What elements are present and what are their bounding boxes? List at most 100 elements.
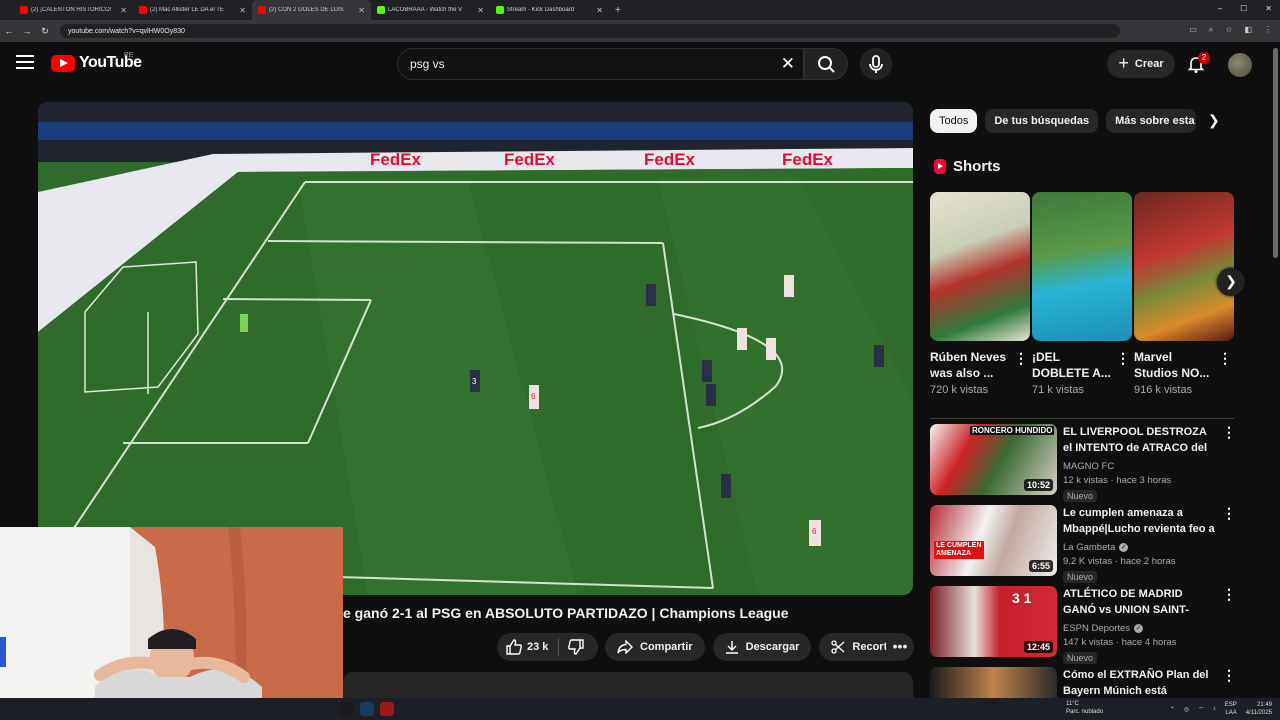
scissors-icon	[831, 640, 845, 654]
clock[interactable]: 21:49 4/11/2025	[1246, 701, 1272, 717]
more-options-icon[interactable]: ⋮	[1014, 350, 1028, 367]
video-thumbnail[interactable]: 3 1 12:45	[930, 586, 1057, 657]
youtube-logo[interactable]: YouTube PE	[51, 52, 142, 72]
shorts-icon	[934, 159, 946, 174]
video-title[interactable]: Le cumplen amenaza a Mbappé|Lucho revien…	[1063, 505, 1215, 537]
language-indicator[interactable]: ESP LAA	[1225, 701, 1237, 717]
new-tab-button[interactable]: +	[615, 5, 621, 16]
weather-widget[interactable]: 11°C Parc. nublado	[1066, 700, 1103, 716]
short-item[interactable]: Rúben Neves was also ... ⋮ 720 k vistas	[930, 192, 1030, 396]
video-title[interactable]: ATLÉTICO DE MADRID GANÓ vs UNION SAINT-G…	[1063, 586, 1215, 618]
close-tab-icon[interactable]: ✕	[596, 6, 603, 15]
close-tab-icon[interactable]: ✕	[477, 6, 484, 15]
tab-title: (2) ¡CALENTÓN HISTÓRICO!	[31, 7, 112, 13]
tray-chevron-icon[interactable]: ⌃	[1170, 706, 1175, 713]
voice-search-button[interactable]	[860, 48, 892, 80]
chip-from-searches[interactable]: De tus búsquedas	[985, 109, 1099, 133]
video-thumbnail[interactable]: RONCERO HUNDIDO 10:52	[930, 424, 1057, 495]
chevron-right-icon[interactable]: ❯	[1208, 112, 1220, 129]
browser-tab-2[interactable]: (2) Mac Allister LE DA el TE ✕	[133, 0, 252, 20]
network-icon[interactable]: ◎	[1184, 706, 1189, 713]
back-icon[interactable]: ←	[0, 26, 18, 36]
close-window-button[interactable]: ✕	[1265, 4, 1272, 13]
new-badge: Nuevo	[1063, 571, 1098, 583]
browser-tab-4[interactable]: LACOBRAAA - Watch the V ✕	[371, 0, 490, 20]
notification-badge: 2	[1198, 52, 1210, 64]
short-item[interactable]: ¡DEL DOBLETE A... ⋮ 71 k vistas	[1032, 192, 1132, 396]
like-count[interactable]: 23 k	[527, 641, 548, 653]
short-title[interactable]: Marvel Studios NO...	[1134, 349, 1218, 381]
like-icon[interactable]	[505, 639, 523, 655]
shorts-heading-text: Shorts	[953, 158, 1001, 175]
video-title[interactable]: Cómo el EXTRAÑO Plan del Bayern Múnich e…	[1063, 667, 1215, 698]
search-input[interactable]: psg vs ✕	[397, 48, 804, 80]
channel-name[interactable]: ESPN Deportes ✓	[1063, 623, 1144, 634]
channel-name[interactable]: La Gambeta ✓	[1063, 542, 1129, 553]
like-dislike-group: 23 k	[497, 633, 598, 661]
video-meta: 12 k vistas · hace 3 horas	[1063, 475, 1172, 486]
shorts-next-button[interactable]: ❯	[1217, 268, 1245, 296]
short-thumbnail[interactable]	[1134, 192, 1234, 341]
browser-tab-1[interactable]: (2) ¡CALENTÓN HISTÓRICO! ✕	[14, 0, 133, 20]
steam-taskbar-icon[interactable]	[360, 702, 374, 716]
thumb-caption: RONCERO HUNDIDO	[970, 426, 1055, 435]
extensions-icon[interactable]: ◧	[1244, 25, 1252, 35]
more-options-icon[interactable]: ⋮	[1222, 505, 1236, 522]
chrome-taskbar-icon[interactable]	[340, 702, 354, 716]
section-divider	[930, 418, 1234, 419]
search-button[interactable]	[804, 48, 848, 80]
browser-tab-3[interactable]: (2) CON 2 GOLES DE LUIS ✕	[252, 0, 371, 20]
recommended-video[interactable]: RONCERO HUNDIDO 10:52 EL LIVERPOOL DESTR…	[930, 424, 1236, 502]
video-thumbnail[interactable]: LE CUMPLEN AMENAZA 6:55	[930, 505, 1057, 576]
close-tab-icon[interactable]: ✕	[120, 6, 127, 15]
clear-search-icon[interactable]: ✕	[781, 54, 795, 74]
create-button[interactable]: + Crear	[1107, 50, 1175, 78]
more-options-icon[interactable]: ⋮	[1218, 350, 1232, 367]
cast-icon[interactable]: ▭	[1189, 25, 1197, 35]
recommended-video[interactable]: LE CUMPLEN AMENAZA 6:55 Le cumplen amena…	[930, 505, 1236, 583]
forward-icon[interactable]: →	[18, 26, 36, 36]
app-taskbar-icon[interactable]	[380, 702, 394, 716]
minimize-button[interactable]: –	[1218, 4, 1222, 13]
hamburger-menu-icon[interactable]	[16, 55, 34, 69]
more-options-icon[interactable]: ⋮	[1222, 424, 1236, 441]
volume-icon[interactable]: ♪	[1213, 706, 1216, 712]
short-title[interactable]: Rúben Neves was also ...	[930, 349, 1014, 381]
weather-desc: Parc. nublado	[1066, 709, 1104, 715]
bookmark-star-icon[interactable]: ☆	[1225, 25, 1232, 35]
wifi-icon[interactable]: ⌔	[1198, 705, 1204, 713]
channel-name[interactable]: MAGNO FC	[1063, 461, 1114, 472]
close-tab-icon[interactable]: ✕	[358, 6, 365, 15]
video-player[interactable]: FedEx FedEx FedEx FedEx 3 6 6	[38, 102, 913, 595]
short-thumbnail[interactable]	[1032, 192, 1132, 341]
download-button[interactable]: Descargar	[712, 633, 812, 661]
browser-tab-5[interactable]: Stream - Kick Dashboard ✕	[490, 0, 609, 20]
chip-all[interactable]: Todos	[930, 109, 978, 133]
chip-more-about[interactable]: Más sobre esta not	[1106, 109, 1197, 133]
more-options-icon[interactable]: ⋮	[1222, 667, 1234, 684]
action-buttons: Compartir Descargar Recortar	[605, 633, 910, 661]
more-actions-button[interactable]: •••	[886, 633, 914, 661]
player-number: 6	[531, 392, 536, 401]
more-options-icon[interactable]: ⋮	[1116, 350, 1130, 367]
short-item[interactable]: Marvel Studios NO... ⋮ 916 k vistas	[1134, 192, 1234, 396]
video-title[interactable]: EL LIVERPOOL DESTROZA el INTENTO de ATRA…	[1063, 424, 1215, 456]
dislike-icon[interactable]	[567, 639, 585, 655]
more-options-icon[interactable]: ⋮	[1222, 586, 1236, 603]
short-thumbnail[interactable]	[930, 192, 1030, 341]
reload-icon[interactable]: ↻	[36, 26, 54, 37]
share-button[interactable]: Compartir	[605, 633, 705, 661]
url-field[interactable]: youtube.com/watch?v=qvlHW0Oy830	[60, 24, 1120, 38]
short-title[interactable]: ¡DEL DOBLETE A...	[1032, 349, 1116, 381]
zoom-icon[interactable]: ⌕	[1209, 25, 1213, 35]
thumb-caption: LE CUMPLEN AMENAZA	[934, 541, 984, 559]
recommended-video[interactable]: Cómo el EXTRAÑO Plan del Bayern Múnich e…	[930, 667, 1234, 698]
recommended-video[interactable]: 3 1 12:45 ATLÉTICO DE MADRID GANÓ vs UNI…	[930, 586, 1236, 664]
maximize-button[interactable]: ☐	[1240, 4, 1247, 13]
page-scrollbar[interactable]	[1273, 48, 1278, 258]
video-thumbnail[interactable]	[930, 667, 1057, 698]
avatar[interactable]	[1228, 53, 1252, 77]
menu-dots-icon[interactable]: ⋮	[1264, 25, 1272, 35]
close-tab-icon[interactable]: ✕	[239, 6, 246, 15]
lang-code: ESP	[1224, 702, 1237, 708]
